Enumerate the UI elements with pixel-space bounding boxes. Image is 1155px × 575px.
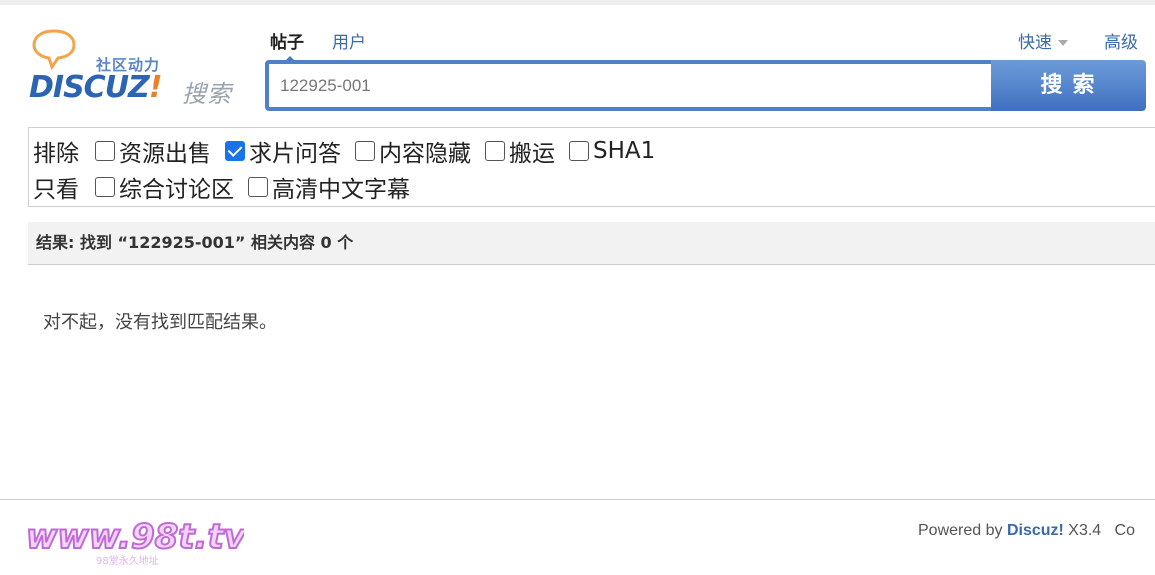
logo-brand-text: DISCUZ	[29, 70, 150, 105]
watermark-text: www.98t.tv	[26, 517, 244, 557]
filter-option-sha1[interactable]: SHA1	[569, 138, 655, 164]
filter-option-label: 高清中文字幕	[272, 177, 410, 203]
filter-option-label: 内容隐藏	[379, 141, 471, 167]
exclude-filter-row: 排除 资源出售 求片问答 内容隐藏 搬运 SHA1	[33, 134, 669, 168]
quick-label: 快速	[1018, 33, 1052, 53]
checkbox[interactable]	[485, 141, 505, 161]
checkbox[interactable]	[248, 177, 268, 197]
filter-panel: 排除 资源出售 求片问答 内容隐藏 搬运 SHA1 只看 综合讨论区 高清中文字…	[28, 127, 1155, 207]
only-label: 只看	[33, 177, 79, 203]
checkbox[interactable]	[355, 141, 375, 161]
only-filter-row: 只看 综合讨论区 高清中文字幕	[33, 170, 424, 204]
checkbox[interactable]	[95, 141, 115, 161]
watermark-subtext: 98堂永久地址	[96, 554, 159, 567]
result-summary: 结果: 找到 “122925-001” 相关内容 0 个	[28, 222, 1155, 265]
powered-prefix: Powered by	[918, 522, 1007, 539]
filter-option-label: 综合讨论区	[119, 177, 234, 203]
filter-option-hd-chinese-subs[interactable]: 高清中文字幕	[248, 170, 410, 204]
filter-option-label: SHA1	[593, 138, 656, 164]
advanced-search-link[interactable]: 高级	[1104, 28, 1138, 53]
filter-option-label: 求片问答	[249, 141, 341, 167]
logo-brand: DISCUZ!	[29, 70, 162, 105]
filter-option-label: 资源出售	[119, 141, 211, 167]
filter-option-hidden-content[interactable]: 内容隐藏	[355, 134, 471, 168]
filter-option-request-qa[interactable]: 求片问答	[225, 134, 341, 168]
search-box	[265, 60, 995, 111]
search-input[interactable]	[269, 64, 991, 107]
search-type-tabs: 帖子 用户	[270, 28, 366, 53]
tab-users[interactable]: 用户	[332, 28, 366, 53]
tab-posts[interactable]: 帖子	[270, 28, 304, 53]
filter-option-resource-sale[interactable]: 资源出售	[95, 134, 211, 168]
powered-tail: Co	[1114, 522, 1135, 539]
top-border	[0, 0, 1155, 5]
logo-search-word: 搜索	[182, 80, 232, 108]
discuz-search-logo[interactable]: 社区动力 DISCUZ! 搜索	[26, 26, 241, 108]
powered-version: X3.4	[1063, 522, 1102, 539]
exclude-label: 排除	[33, 141, 79, 167]
chevron-down-icon	[1058, 40, 1068, 46]
site-watermark-logo[interactable]: www.98t.tv 98堂永久地址	[24, 514, 249, 574]
logo-brand-mark: !	[148, 70, 163, 105]
checkbox[interactable]	[569, 141, 589, 161]
search-button[interactable]: 搜索	[991, 60, 1146, 111]
filter-option-general-discussion[interactable]: 综合讨论区	[95, 170, 234, 204]
checkbox-checked[interactable]	[225, 141, 245, 161]
speech-bubble-icon	[32, 29, 76, 70]
discuz-link[interactable]: Discuz!	[1007, 522, 1064, 539]
powered-by: Powered by Discuz! X3.4 Co	[918, 522, 1135, 540]
quick-menu-link[interactable]: 快速	[1018, 28, 1068, 53]
filter-option-label: 搬运	[509, 141, 555, 167]
watermark-image: www.98t.tv 98堂永久地址	[25, 516, 249, 567]
filter-option-repost[interactable]: 搬运	[485, 134, 555, 168]
empty-result-message: 对不起，没有找到匹配结果。	[43, 312, 277, 333]
checkbox[interactable]	[95, 177, 115, 197]
footer-divider	[0, 499, 1155, 500]
